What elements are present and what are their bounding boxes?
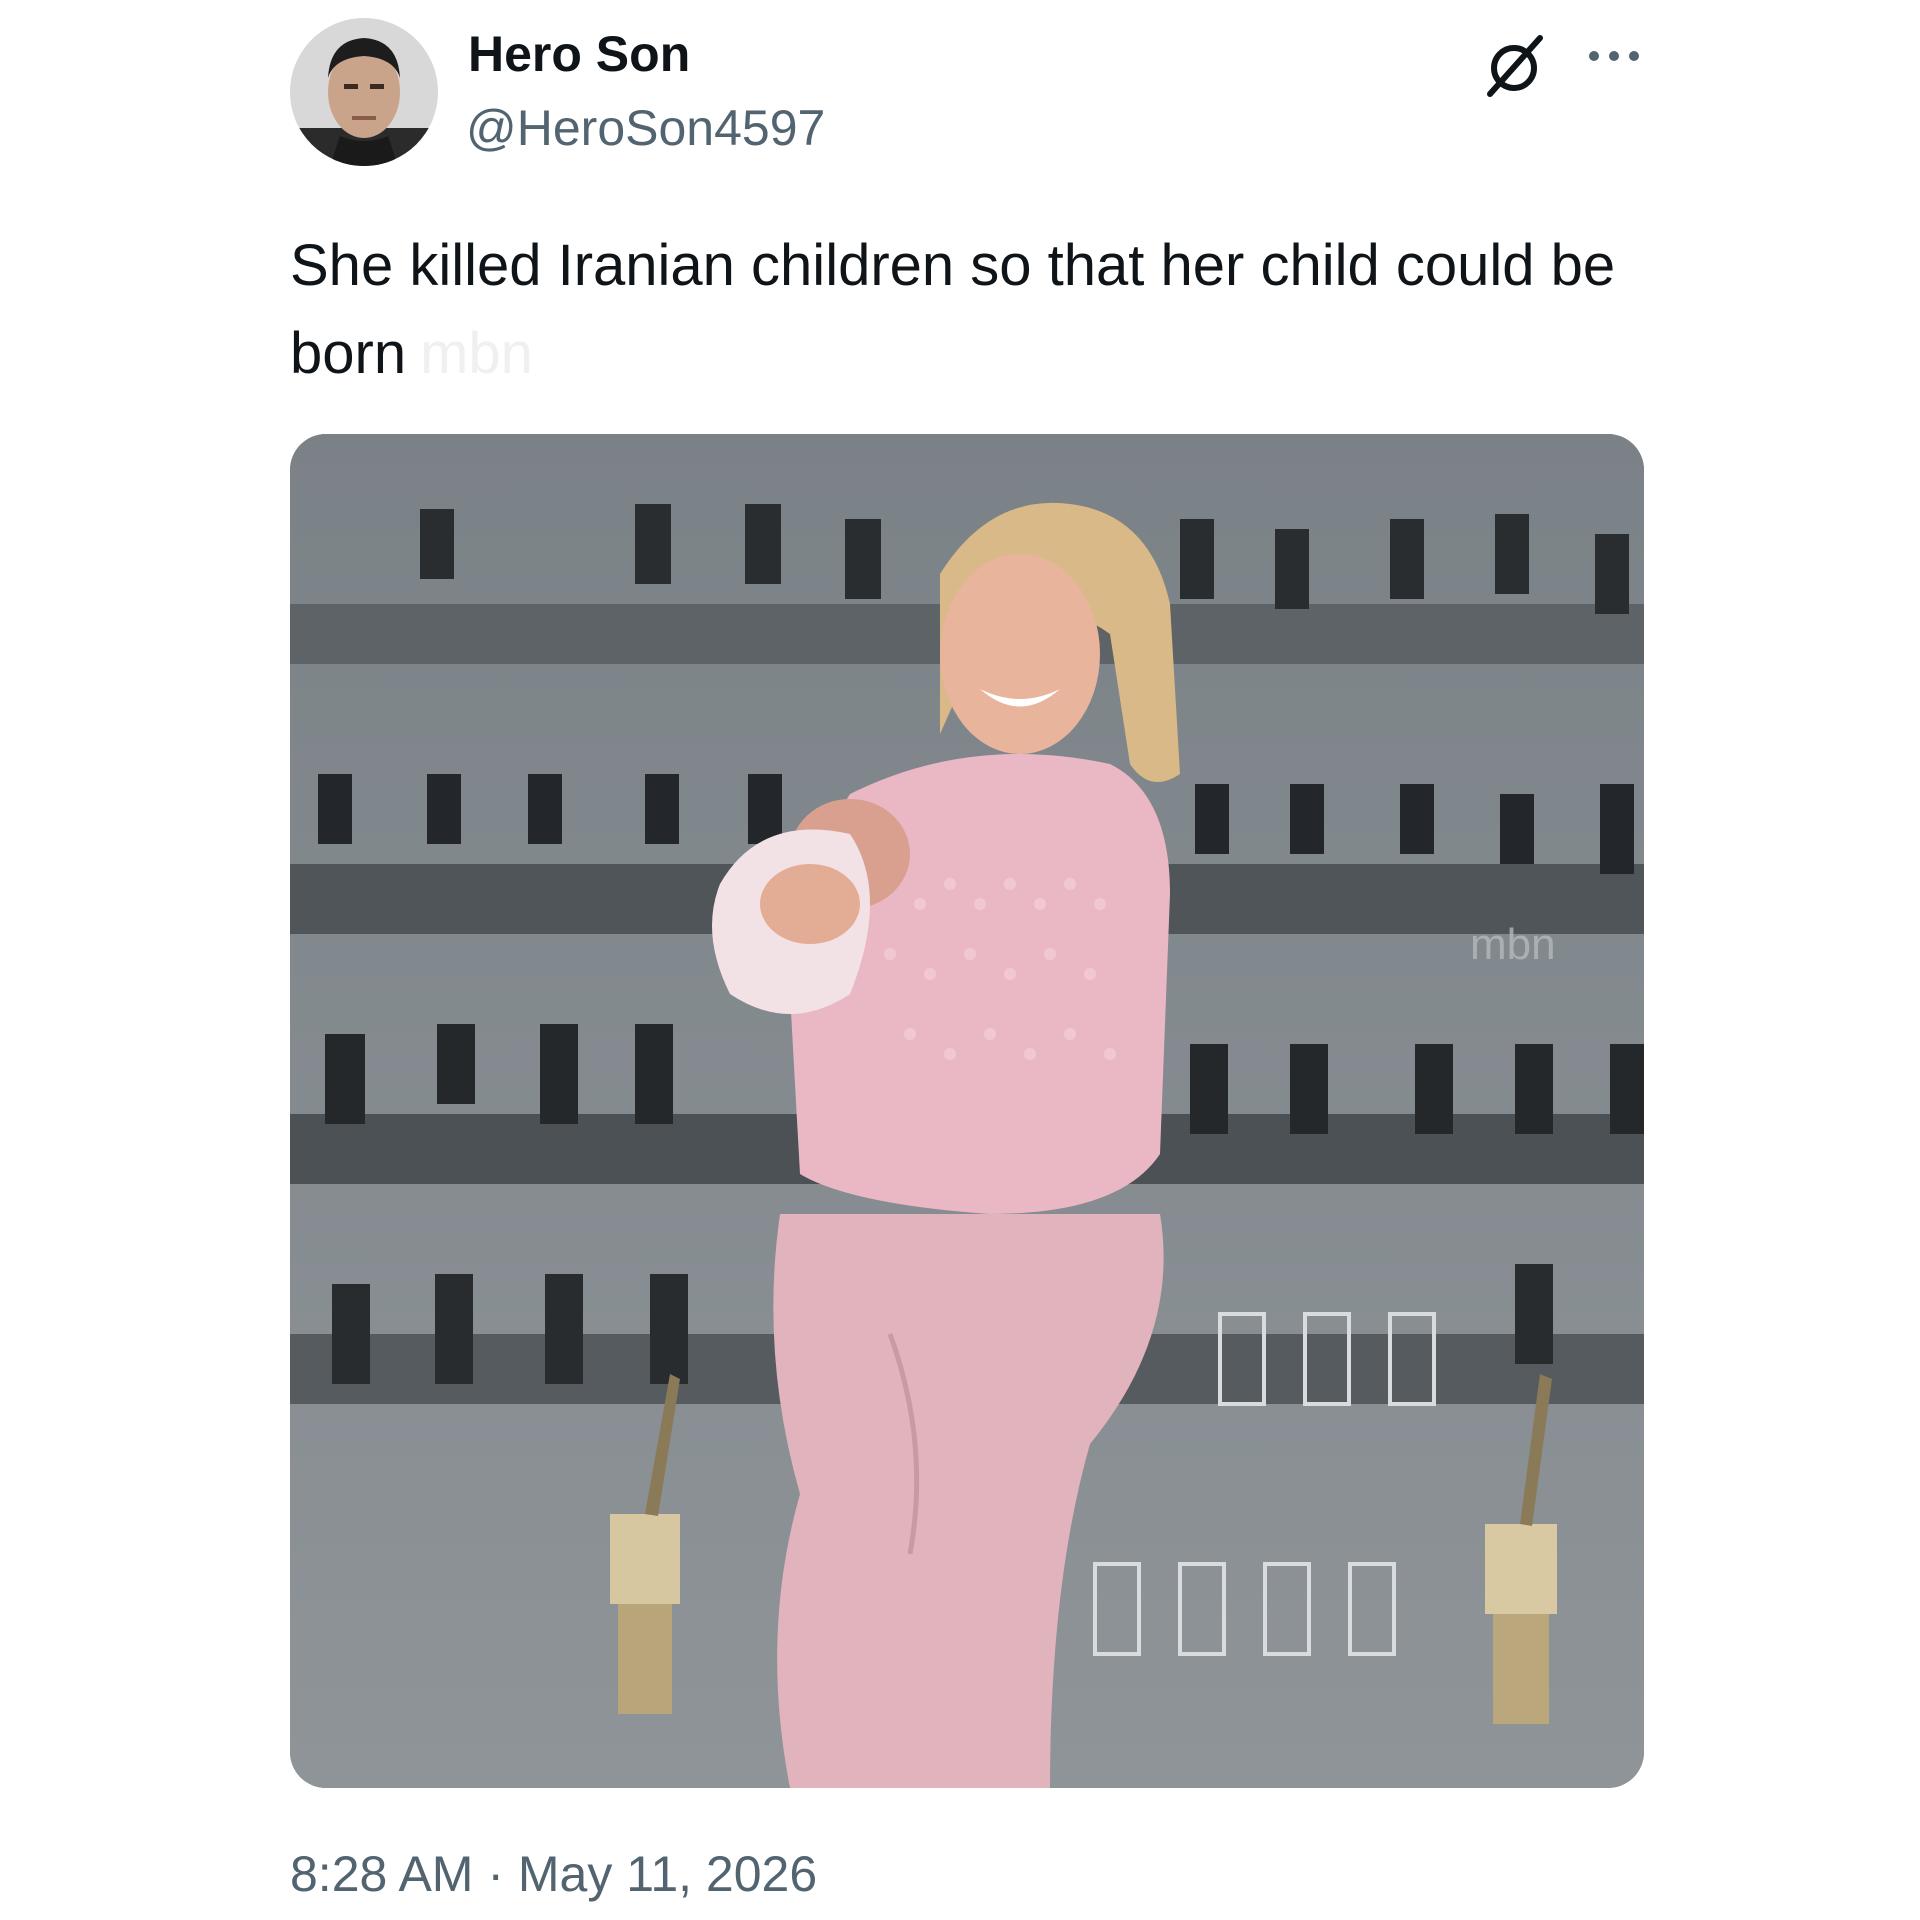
tweet-date[interactable]: May 11, 2026 <box>518 1846 817 1902</box>
attached-photo-icon <box>290 434 1644 1788</box>
tweet-card: Hero Son @HeroSon4597 She killed Iranian… <box>0 0 1920 1920</box>
grok-icon[interactable] <box>1478 30 1550 102</box>
tweet-time[interactable]: 8:28 AM <box>290 1846 473 1902</box>
inline-watermark: mbn <box>420 321 533 386</box>
author-display-name[interactable]: Hero Son <box>468 24 690 84</box>
tweet-text: She killed Iranian children so that her … <box>290 222 1650 398</box>
tweet-timestamp: 8:28 AM · May 11, 2026 <box>290 1844 817 1904</box>
avatar-photo-icon <box>290 18 438 166</box>
author-handle[interactable]: @HeroSon4597 <box>466 98 825 158</box>
author-avatar[interactable] <box>290 18 438 166</box>
tweet-media-photo[interactable]: mbn <box>290 434 1644 1788</box>
more-options-icon[interactable] <box>1584 36 1644 76</box>
timestamp-separator: · <box>473 1846 518 1902</box>
